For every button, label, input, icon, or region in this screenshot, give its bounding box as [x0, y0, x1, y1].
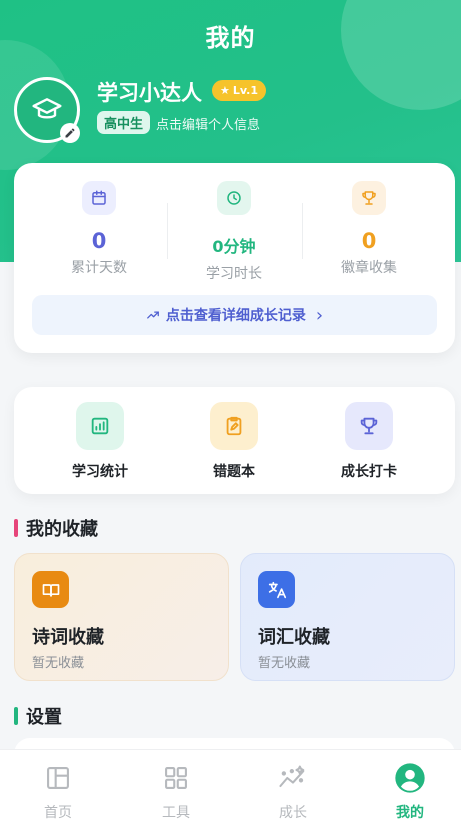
decor-circle: [341, 0, 461, 110]
calendar-icon: [82, 181, 116, 215]
pencil-icon: [65, 128, 75, 138]
book-icon: [32, 571, 69, 608]
tool-mistake-book[interactable]: 错题本: [174, 402, 294, 481]
clock-icon: [217, 181, 251, 215]
graduation-cap-icon: [32, 98, 62, 119]
stat-days: 0 累计天数: [32, 181, 166, 277]
avatar-edit-button[interactable]: [60, 123, 80, 143]
favorite-title: 词汇收藏: [258, 627, 330, 648]
clipboard-edit-icon: [210, 402, 258, 450]
edit-profile-link[interactable]: 点击编辑个人信息: [156, 114, 260, 133]
favorite-vocabulary-card[interactable]: 词汇收藏 暂无收藏: [240, 553, 455, 681]
page-title: 我的: [205, 24, 256, 52]
favorites-section-header: 我的收藏: [14, 515, 98, 541]
tab-label: 成长: [279, 805, 307, 821]
level-text: Lv.1: [232, 84, 258, 97]
favorite-subtitle: 暂无收藏: [32, 656, 85, 671]
stat-badges: 0 徽章收集: [302, 181, 436, 277]
favorite-subtitle: 暂无收藏: [258, 656, 311, 671]
tool-label: 学习统计: [72, 464, 128, 480]
tab-tools[interactable]: 工具: [118, 762, 234, 822]
section-title: 设置: [26, 707, 62, 728]
chart-icon: [76, 402, 124, 450]
section-accent-bar: [14, 519, 18, 537]
growth-record-label: 点击查看详细成长记录: [165, 308, 306, 324]
trophy-icon: [352, 181, 386, 215]
tool-label: 错题本: [213, 464, 255, 480]
trend-up-icon: [146, 311, 159, 319]
stat-label: 学习时长: [206, 266, 262, 282]
stat-value: 0分钟: [212, 237, 256, 256]
settings-section-header: 设置: [14, 703, 62, 729]
growth-record-button[interactable]: 点击查看详细成长记录 ›: [32, 295, 437, 335]
star-icon: ★: [220, 84, 230, 97]
level-badge: ★ Lv.1: [212, 80, 266, 101]
tool-growth-checkin[interactable]: 成长打卡: [309, 402, 429, 481]
stat-duration: 0分钟 学习时长: [167, 181, 301, 283]
stat-label: 徽章收集: [341, 260, 397, 276]
trophy-icon: [345, 402, 393, 450]
stat-value: 0: [91, 229, 107, 253]
favorite-title: 诗词收藏: [32, 627, 104, 648]
tab-home[interactable]: 首页: [0, 762, 116, 822]
favorite-poetry-card[interactable]: 诗词收藏 暂无收藏: [14, 553, 229, 681]
tab-me[interactable]: 我的: [352, 762, 461, 822]
section-accent-bar: [14, 707, 18, 725]
tool-label: 成长打卡: [341, 464, 397, 480]
user-icon: [352, 762, 461, 794]
username[interactable]: 学习小达人: [97, 77, 202, 107]
grade-badge: 高中生: [97, 111, 151, 134]
stats-card: 0 累计天数 0分钟 学习时长 0 徽章收集 点击查看详细成长记录 ›: [14, 163, 455, 353]
tab-label: 我的: [396, 805, 424, 821]
quick-tools-card: 学习统计 错题本 成长打卡: [14, 387, 455, 494]
grid-icon: [118, 762, 234, 794]
stat-label: 累计天数: [71, 260, 127, 276]
tab-label: 首页: [44, 805, 72, 821]
home-layout-icon: [0, 762, 116, 794]
chevron-right-icon: ›: [315, 304, 324, 326]
bottom-tab-bar: 首页 工具 成长 我的: [0, 749, 461, 824]
translate-icon: [258, 571, 295, 608]
trend-icon: [235, 762, 351, 794]
tab-label: 工具: [162, 805, 190, 821]
tool-study-stats[interactable]: 学习统计: [40, 402, 160, 481]
section-title: 我的收藏: [26, 519, 98, 540]
stat-value: 0: [361, 229, 377, 253]
tab-growth[interactable]: 成长: [235, 762, 351, 822]
